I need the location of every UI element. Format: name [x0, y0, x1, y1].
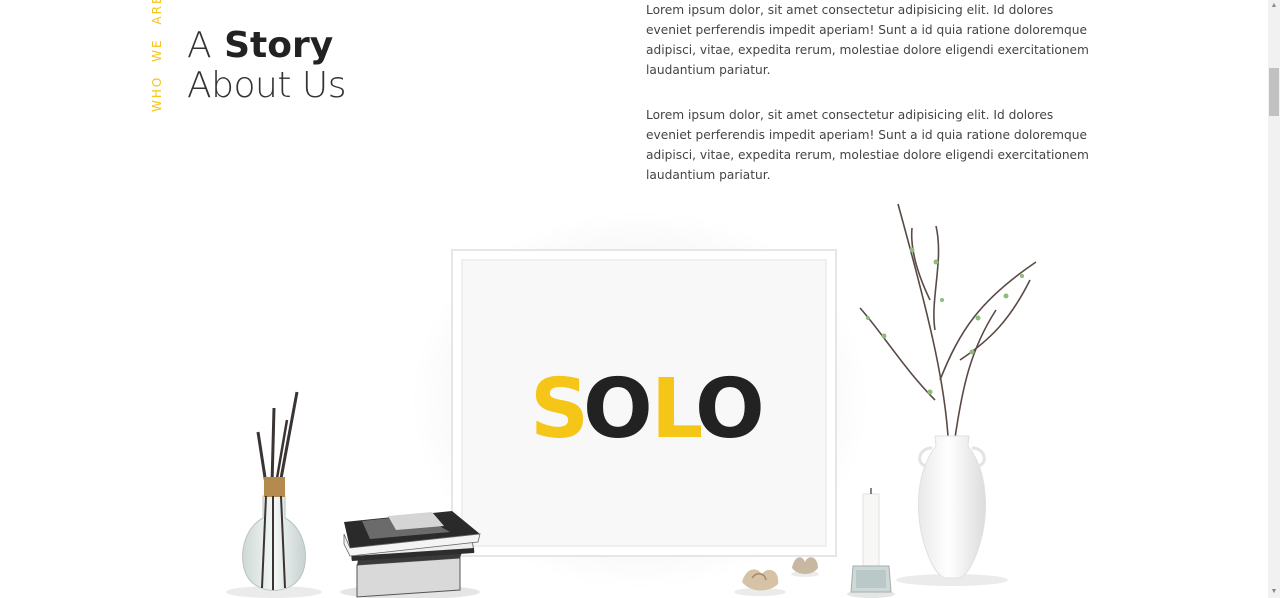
scroll-down-arrow[interactable]: ▼ — [1268, 586, 1280, 598]
frame-logo-letter-s: S — [530, 362, 588, 457]
page-scrollbar[interactable]: ▲ ▼ — [1268, 0, 1280, 598]
vase-with-branches — [859, 203, 1037, 586]
candle — [847, 488, 895, 598]
showcase-image: S O L O — [226, 203, 1037, 598]
frame-logo-letter-o1: O — [583, 362, 652, 457]
book-stack — [340, 511, 481, 598]
reed-diffuser — [226, 391, 322, 598]
picture-frame: S O L O — [410, 210, 870, 590]
scroll-up-arrow[interactable]: ▲ — [1268, 0, 1280, 12]
frame-logo-letter-o2: O — [695, 362, 764, 457]
about-section: WHO WE ARE A Story About Us Lorem ipsum … — [0, 0, 1268, 598]
scroll-thumb[interactable] — [1269, 68, 1279, 116]
